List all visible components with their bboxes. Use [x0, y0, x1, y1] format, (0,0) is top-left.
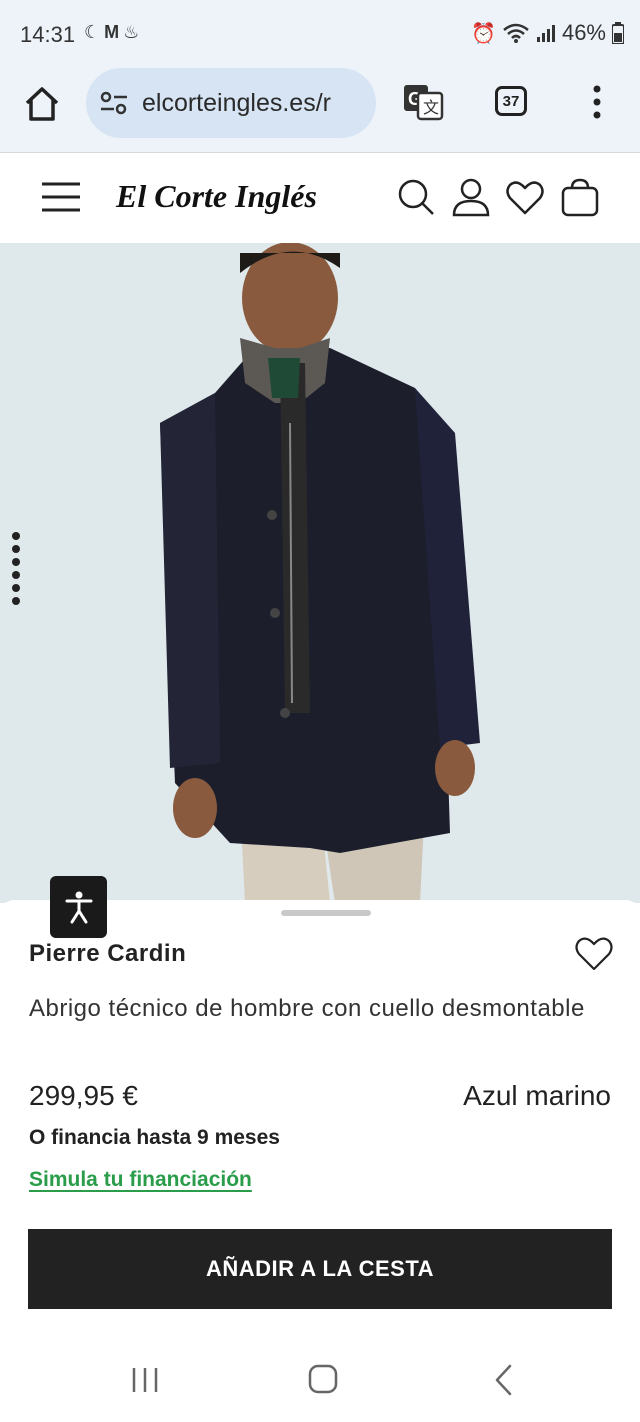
signal-icon [536, 25, 555, 42]
svg-text:文: 文 [423, 99, 439, 117]
product-brand[interactable]: Pierre Cardin [29, 940, 186, 968]
product-photo [160, 243, 480, 903]
menu-icon[interactable] [42, 180, 80, 214]
battery-level: 46% [561, 20, 606, 45]
product-color: Azul marino [463, 1080, 611, 1111]
product-details-sheet: Pierre Cardin Abrigo técnico de hombre c… [0, 900, 640, 1340]
wishlist-icon[interactable] [505, 177, 545, 217]
financing-text: O financia hasta 9 meses [29, 1126, 280, 1149]
account-icon[interactable] [451, 177, 491, 217]
site-settings-icon[interactable] [100, 91, 128, 115]
accessibility-icon [65, 891, 92, 924]
recent-apps-icon[interactable] [130, 1366, 160, 1394]
notification-icon: ♨ [123, 22, 144, 42]
simulate-financing-link[interactable]: Simula tu financiación [29, 1168, 252, 1192]
url-bar[interactable]: elcorteingles.es/r [86, 68, 376, 138]
favorite-heart-icon[interactable] [573, 933, 615, 973]
logo-text: El Corte Inglés [115, 178, 317, 214]
status-right: ⏰ 46% [471, 20, 624, 46]
wifi-icon [503, 23, 529, 43]
gmail-icon: M [104, 22, 124, 42]
logo[interactable]: El Corte Inglés [114, 165, 334, 225]
image-pagination-dots[interactable] [10, 530, 22, 610]
product-title: Abrigo técnico de hombre con cuello desm… [29, 995, 585, 1022]
accessibility-button[interactable] [50, 876, 107, 938]
home-icon[interactable] [22, 84, 62, 124]
site-header: El Corte Inglés [0, 153, 640, 243]
translate-icon[interactable]: G 文 [402, 82, 444, 122]
home-button-icon[interactable] [308, 1364, 338, 1394]
system-nav-bar [0, 1340, 640, 1422]
alarm-icon: ⏰ [471, 22, 496, 45]
product-price: 299,95 € [29, 1080, 138, 1111]
sheet-drag-handle[interactable] [281, 910, 371, 916]
bag-icon[interactable] [560, 177, 600, 217]
more-vert-icon[interactable] [585, 82, 609, 122]
back-icon[interactable] [492, 1364, 516, 1396]
status-bar: 14:31 ☾M♨ ⏰ 46% [0, 0, 640, 66]
moon-icon: ☾ [84, 22, 105, 42]
status-left-icons: ☾M♨ [84, 22, 143, 43]
tab-count: 37 [502, 92, 520, 110]
battery-icon [612, 22, 624, 44]
status-time: 14:31 [20, 22, 76, 47]
browser-toolbar: elcorteingles.es/r G 文 37 [0, 66, 640, 152]
add-to-cart-button[interactable]: AÑADIR A LA CESTA [28, 1229, 612, 1309]
url-text[interactable]: elcorteingles.es/r [142, 89, 331, 118]
search-icon[interactable] [396, 177, 436, 217]
product-image[interactable] [0, 243, 640, 903]
tabs-icon[interactable]: 37 [495, 86, 527, 116]
